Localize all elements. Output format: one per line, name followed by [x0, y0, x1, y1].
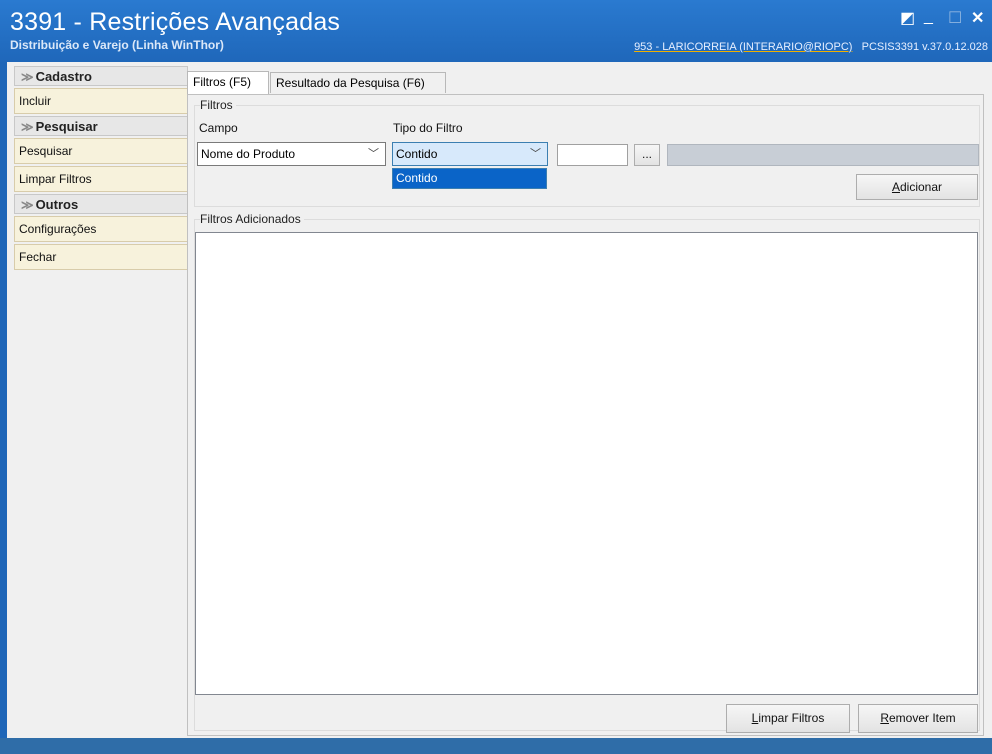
- close-button[interactable]: ✕: [971, 8, 984, 28]
- group-label: Pesquisar: [35, 119, 98, 134]
- tipo-filtro-select[interactable]: Contido ﹀: [392, 142, 548, 166]
- maximize-button[interactable]: ☐: [948, 8, 962, 28]
- program-version: PCSIS3391 v.37.0.12.028: [861, 41, 988, 53]
- filter-description-field: [667, 144, 979, 166]
- double-chevron-down-icon: ≫: [21, 120, 34, 134]
- restore-window-icon[interactable]: ◩: [900, 8, 915, 28]
- sidebar-group-pesquisar[interactable]: ≫ Pesquisar: [14, 116, 188, 136]
- accel-key: R: [880, 711, 889, 725]
- sidebar-item-fechar[interactable]: Fechar: [14, 244, 188, 270]
- window-subtitle: Distribuição e Varejo (Linha WinThor): [10, 38, 224, 52]
- ellipsis-button[interactable]: ...: [634, 144, 660, 166]
- button-label: emover Item: [888, 711, 956, 725]
- filter-value-input[interactable]: [557, 144, 628, 166]
- background-strip: [0, 738, 992, 754]
- tipo-filtro-value: Contido: [396, 147, 438, 161]
- campo-value: Nome do Produto: [201, 147, 296, 161]
- tipo-filtro-label: Tipo do Filtro: [393, 121, 463, 135]
- sidebar-group-outros[interactable]: ≫ Outros: [14, 194, 188, 214]
- tab-resultado[interactable]: Resultado da Pesquisa (F6): [270, 72, 446, 93]
- filtros-adicionados-list[interactable]: [195, 232, 978, 695]
- app-window: 3391 - Restrições Avançadas Distribuição…: [0, 0, 992, 738]
- window-title: 3391 - Restrições Avançadas: [10, 8, 341, 36]
- chevron-down-icon[interactable]: ﹀: [530, 143, 541, 165]
- button-label: dicionar: [899, 180, 943, 194]
- button-label: impar Filtros: [758, 711, 825, 725]
- tipo-filtro-option-contido[interactable]: Contido: [392, 168, 547, 189]
- filtros-panel: Filtros Campo Nome do Produto ﹀ Tipo do …: [187, 94, 984, 736]
- campo-select[interactable]: Nome do Produto ﹀: [197, 142, 386, 166]
- filtros-adicionados-label: Filtros Adicionados: [200, 212, 304, 226]
- user-name: 953 - LARICORREIA (INTERARIO@RIOPC): [634, 41, 853, 53]
- minimize-button[interactable]: _: [924, 8, 933, 26]
- adicionar-button[interactable]: Adicionar: [856, 174, 978, 200]
- group-label: Cadastro: [35, 69, 92, 84]
- sidebar-group-cadastro[interactable]: ≫ Cadastro: [14, 66, 188, 86]
- tab-filtros[interactable]: Filtros (F5): [187, 71, 269, 94]
- sidebar: ≫ Cadastro Incluir ≫ Pesquisar Pesquisar L…: [14, 66, 188, 272]
- double-chevron-down-icon: ≫: [21, 70, 34, 84]
- filtros-group-label: Filtros: [200, 98, 236, 112]
- limpar-filtros-button[interactable]: Limpar Filtros: [726, 704, 850, 733]
- sidebar-item-pesquisar[interactable]: Pesquisar: [14, 138, 188, 164]
- campo-label: Campo: [199, 121, 238, 135]
- accel-key: A: [891, 180, 900, 194]
- group-label: Outros: [35, 197, 79, 212]
- remover-item-button[interactable]: Remover Item: [858, 704, 978, 733]
- title-bar[interactable]: 3391 - Restrições Avançadas Distribuição…: [0, 0, 992, 62]
- main-content: ≫ Cadastro Incluir ≫ Pesquisar Pesquisar L…: [7, 62, 992, 738]
- sidebar-item-limpar-filtros[interactable]: Limpar Filtros: [14, 166, 188, 192]
- sidebar-item-configuracoes[interactable]: Configurações: [14, 216, 188, 242]
- double-chevron-down-icon: ≫: [21, 198, 34, 212]
- chevron-down-icon[interactable]: ﹀: [368, 143, 379, 165]
- user-info: 953 - LARICORREIA (INTERARIO@RIOPC) PCSI…: [634, 41, 988, 53]
- sidebar-item-incluir[interactable]: Incluir: [14, 88, 188, 114]
